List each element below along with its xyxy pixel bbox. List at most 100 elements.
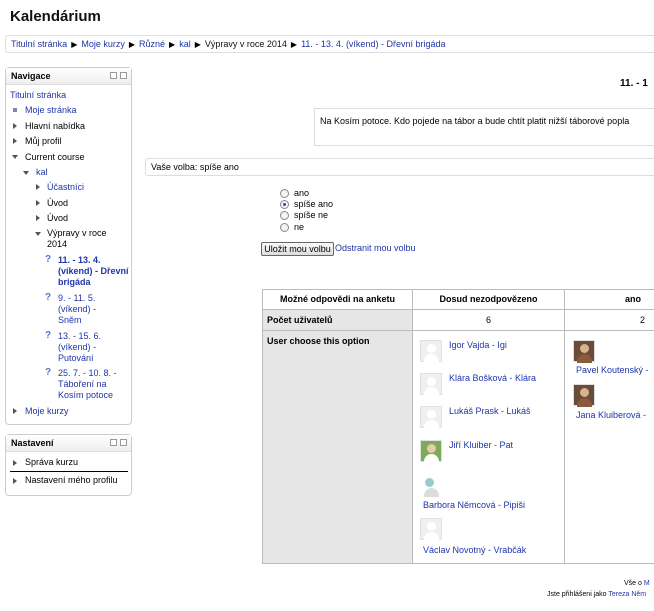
breadcrumb-category[interactable]: Různé xyxy=(139,39,165,49)
user-avatar[interactable] xyxy=(420,474,442,497)
option-ne[interactable]: ne xyxy=(280,222,304,232)
radio-spise-ne[interactable] xyxy=(280,210,289,220)
navigation-title: Navigace xyxy=(11,71,51,81)
user-avatar[interactable] xyxy=(573,384,595,407)
settings-block-header: Nastavení xyxy=(6,435,131,452)
question-icon: ? xyxy=(45,330,52,341)
expand-icon[interactable] xyxy=(13,478,17,484)
nav-my-profile[interactable]: Můj profil xyxy=(25,136,62,146)
user-avatar[interactable] xyxy=(420,340,442,363)
option-label: spíše ano xyxy=(294,199,334,209)
dock-block-icon[interactable] xyxy=(120,72,127,79)
expand-icon[interactable] xyxy=(13,138,17,144)
breadcrumb-current[interactable]: 11. - 13. 4. (víkend) - Dřevní brigáda xyxy=(301,39,445,49)
user-link[interactable]: Lukáš Prask - Lukáš xyxy=(449,406,531,416)
nav-my-courses[interactable]: Moje kurzy xyxy=(25,406,69,416)
breadcrumb-separator-icon: ▶ xyxy=(169,39,176,49)
table-header-options: Možné odpovědi na anketu xyxy=(262,289,413,310)
user-link[interactable]: Pavel Koutenský - xyxy=(576,365,649,375)
count-cell: 6 xyxy=(412,309,565,331)
user-avatar[interactable] xyxy=(420,406,442,429)
expand-icon[interactable] xyxy=(13,408,17,414)
expand-icon[interactable] xyxy=(13,460,17,466)
collapse-icon[interactable] xyxy=(23,171,29,175)
remove-choice-link[interactable]: Odstranit mou volbu xyxy=(335,243,416,253)
nav-activity[interactable]: 9. - 11. 5. (víkend) - Sněm xyxy=(58,293,108,326)
expand-icon[interactable] xyxy=(36,184,40,190)
radio-ano[interactable] xyxy=(280,188,289,198)
breadcrumb-separator-icon: ▶ xyxy=(194,39,201,49)
option-spise-ano[interactable]: spíše ano xyxy=(280,199,333,209)
site-title: Kalendárium xyxy=(10,8,101,25)
divider xyxy=(10,471,128,472)
settings-block: Nastavení Správa kurzu Nastavení mého pr… xyxy=(5,434,132,496)
table-header-column: ano xyxy=(564,289,654,310)
breadcrumb-separator-icon: ▶ xyxy=(128,39,136,49)
question-icon: ? xyxy=(45,292,52,303)
page-bullet-icon xyxy=(13,108,17,112)
user-link[interactable]: Klára Bošková - Klára xyxy=(449,373,536,383)
dock-block-icon[interactable] xyxy=(120,439,127,446)
collapse-icon[interactable] xyxy=(12,155,18,159)
breadcrumb-course[interactable]: kal xyxy=(179,39,191,49)
user-link[interactable]: Barbora Němcová - Pipiši xyxy=(423,500,525,510)
settings-profile[interactable]: Nastavení mého profilu xyxy=(25,475,118,485)
user-link[interactable]: Jiří Kluiber - Pat xyxy=(449,440,513,450)
footer-about-link[interactable]: M xyxy=(644,580,650,587)
radio-spise-ano[interactable] xyxy=(280,199,289,209)
navigation-block: Navigace Titulní stránka Moje stránka Hl… xyxy=(5,67,132,425)
expand-icon[interactable] xyxy=(36,215,40,221)
hide-block-icon[interactable] xyxy=(110,439,117,446)
collapse-icon[interactable] xyxy=(35,232,41,236)
page-title: 11. - 1 xyxy=(620,78,648,89)
navigation-block-header: Navigace xyxy=(6,68,131,85)
user-avatar[interactable] xyxy=(420,373,442,396)
breadcrumb-my-courses[interactable]: Moje kurzy xyxy=(81,39,125,49)
breadcrumb-separator-icon: ▶ xyxy=(71,39,78,49)
option-ano[interactable]: ano xyxy=(280,188,309,198)
description-box: Na Kosím potoce. Kdo pojede na tábor a b… xyxy=(314,108,654,146)
footer-about: Vše o M xyxy=(624,580,650,587)
breadcrumb: Titulní stránka ▶ Moje kurzy ▶ Různé ▶ k… xyxy=(5,35,654,53)
breadcrumb-separator-icon: ▶ xyxy=(290,39,298,49)
nav-participants[interactable]: Účastníci xyxy=(47,182,84,192)
table-header-column: Dosud nezodpovězeno xyxy=(412,289,565,310)
nav-activity[interactable]: 13. - 15. 6. (víkend) - Putování xyxy=(58,331,118,364)
option-label: ano xyxy=(294,188,310,198)
nav-activity-active[interactable]: 11. - 13. 4. (víkend) - Dřevní brigáda xyxy=(58,255,130,288)
user-avatar[interactable] xyxy=(420,440,442,463)
option-spise-ne[interactable]: spíše ne xyxy=(280,210,328,220)
breadcrumb-home[interactable]: Titulní stránka xyxy=(11,39,67,49)
expand-icon[interactable] xyxy=(36,200,40,206)
nav-course-kal[interactable]: kal xyxy=(36,167,48,177)
save-choice-button[interactable]: Uložit mou volbu xyxy=(261,242,334,256)
nav-my-page[interactable]: Moje stránka xyxy=(25,105,77,115)
question-icon: ? xyxy=(45,367,52,378)
option-label: ne xyxy=(294,222,305,232)
nav-uvod-1[interactable]: Úvod xyxy=(47,198,68,208)
user-link[interactable]: Václav Novotný - Vrabčák xyxy=(423,545,526,555)
count-cell: 2 xyxy=(564,309,654,331)
nav-uvod-2[interactable]: Úvod xyxy=(47,213,68,223)
your-choice: Vaše volba: spíše ano xyxy=(145,158,654,176)
row-label-users: User choose this option xyxy=(262,330,413,564)
nav-home[interactable]: Titulní stránka xyxy=(10,90,66,100)
user-avatar[interactable] xyxy=(420,518,442,541)
nav-main-menu[interactable]: Hlavní nabídka xyxy=(25,121,85,131)
hide-block-icon[interactable] xyxy=(110,72,117,79)
settings-title: Nastavení xyxy=(11,438,54,448)
radio-ne[interactable] xyxy=(280,222,289,232)
user-link[interactable]: Jana Kluiberová - xyxy=(576,410,646,420)
footer-user-link[interactable]: Tereza Něm xyxy=(608,591,646,598)
footer-about-text: Vše o xyxy=(624,580,642,587)
nav-activity[interactable]: 25. 7. - 10. 8. - Táboření na Kosím poto… xyxy=(58,368,132,401)
option-label: spíše ne xyxy=(294,210,329,220)
breadcrumb-section: Výpravy v roce 2014 xyxy=(204,39,287,49)
row-label-count: Počet uživatelů xyxy=(262,309,413,331)
nav-current-course[interactable]: Current course xyxy=(25,152,85,162)
expand-icon[interactable] xyxy=(13,123,17,129)
user-link[interactable]: Igor Vajda - Igi xyxy=(449,340,507,350)
user-avatar[interactable] xyxy=(573,340,595,363)
nav-section[interactable]: Výpravy v roce 2014 xyxy=(47,228,127,250)
settings-course-admin[interactable]: Správa kurzu xyxy=(25,457,78,467)
